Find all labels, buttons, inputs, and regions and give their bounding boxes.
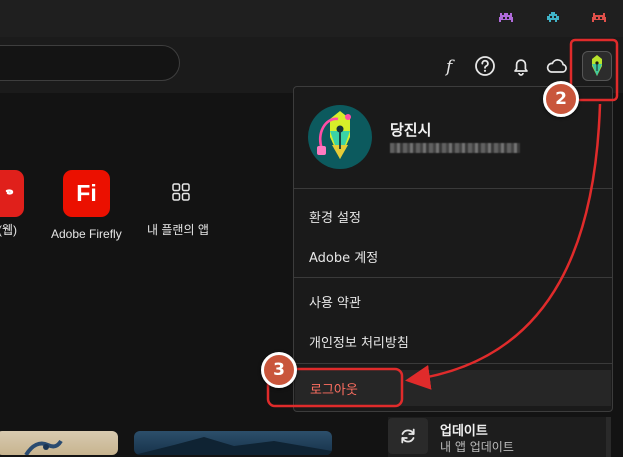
annotation-overlay	[266, 38, 619, 408]
step-2-marker: 2	[543, 81, 579, 117]
annotation-arrow	[405, 103, 602, 390]
avatar-highlight-box	[569, 38, 619, 102]
step-3-marker: 3	[261, 352, 297, 388]
